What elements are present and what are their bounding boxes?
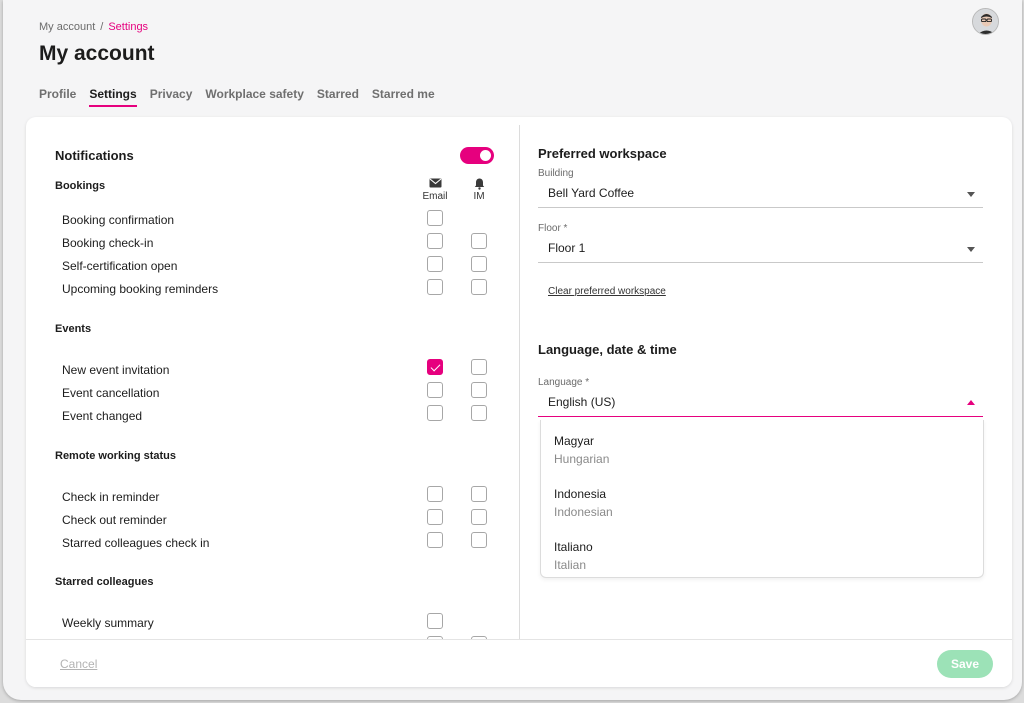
row-weekly-summary: Weekly summary (62, 616, 154, 630)
avatar-image (973, 9, 998, 34)
row-booking-check-in: Booking check-in (62, 236, 154, 250)
envelope-icon (415, 178, 455, 190)
notifications-panel: Notifications Email IM Bookings Booking … (26, 117, 519, 639)
check-in-reminder-email-checkbox[interactable] (427, 486, 443, 502)
chevron-up-icon (967, 400, 975, 405)
breadcrumb-separator: / (100, 21, 104, 33)
new-event-invitation-im-checkbox[interactable] (471, 359, 487, 375)
booking-check-in-email-checkbox[interactable] (427, 233, 443, 249)
notifications-toggle[interactable] (460, 147, 494, 164)
avatar[interactable] (972, 8, 999, 35)
event-changed-email-checkbox[interactable] (427, 405, 443, 421)
language-option-indonesia[interactable]: Indonesia Indonesian (554, 487, 613, 519)
event-cancellation-im-checkbox[interactable] (471, 382, 487, 398)
new-event-invitation-email-checkbox[interactable] (427, 359, 443, 375)
toggle-knob (480, 150, 491, 161)
language-select[interactable]: English (US) (538, 389, 983, 417)
section-starred-colleagues: Starred colleagues (55, 576, 154, 588)
chevron-down-icon (967, 247, 975, 252)
event-changed-im-checkbox[interactable] (471, 405, 487, 421)
row-upcoming-booking-reminders: Upcoming booking reminders (62, 282, 219, 296)
option-name: Indonesia (554, 487, 607, 501)
floor-select[interactable]: Floor 1 (538, 235, 983, 263)
notifications-title: Notifications (55, 148, 134, 163)
language-option-italiano[interactable]: Italiano Italian (554, 540, 593, 572)
tab-starred-me[interactable]: Starred me (372, 87, 435, 107)
breadcrumb: My account / Settings (39, 21, 148, 33)
booking-confirmation-email-checkbox[interactable] (427, 210, 443, 226)
tab-privacy[interactable]: Privacy (150, 87, 193, 107)
bell-icon (459, 178, 499, 190)
starred-check-in-im-checkbox[interactable] (471, 532, 487, 548)
building-select[interactable]: Bell Yard Coffee (538, 180, 983, 208)
building-value: Bell Yard Coffee (548, 186, 635, 200)
upcoming-reminders-email-checkbox[interactable] (427, 279, 443, 295)
preferred-workspace-title: Preferred workspace (538, 146, 667, 161)
section-remote-working-status: Remote working status (55, 450, 177, 462)
row-event-changed: Event changed (62, 409, 143, 423)
self-certification-im-checkbox[interactable] (471, 256, 487, 272)
settings-tabs: Profile Settings Privacy Workplace safet… (39, 87, 448, 107)
weekly-summary-email-checkbox[interactable] (427, 613, 443, 629)
preferences-panel: Preferred workspace Building Bell Yard C… (520, 117, 1012, 639)
option-english-name: Hungarian (554, 452, 610, 466)
building-label: Building (538, 168, 574, 179)
option-name: Italiano (554, 540, 593, 554)
breadcrumb-my-account[interactable]: My account (39, 21, 95, 33)
floor-value: Floor 1 (548, 241, 586, 255)
language-date-time-title: Language, date & time (538, 342, 677, 357)
language-label: Language * (538, 377, 590, 388)
app-window: My account / Settings My account Profile S… (3, 0, 1022, 700)
floor-label: Floor * (538, 223, 568, 234)
row-check-out-reminder: Check out reminder (62, 513, 167, 527)
row-new-event-invitation: New event invitation (62, 363, 170, 377)
self-certification-email-checkbox[interactable] (427, 256, 443, 272)
upcoming-reminders-im-checkbox[interactable] (471, 279, 487, 295)
check-out-reminder-im-checkbox[interactable] (471, 509, 487, 525)
tab-starred[interactable]: Starred (317, 87, 359, 107)
tab-profile[interactable]: Profile (39, 87, 76, 107)
breadcrumb-current: Settings (108, 21, 149, 33)
starred-check-in-email-checkbox[interactable] (427, 532, 443, 548)
tab-workplace-safety[interactable]: Workplace safety (205, 87, 304, 107)
row-starred-colleagues-check-in: Starred colleagues check in (62, 536, 210, 550)
section-bookings: Bookings (55, 180, 106, 192)
language-option-magyar[interactable]: Magyar Hungarian (554, 434, 609, 466)
event-cancellation-email-checkbox[interactable] (427, 382, 443, 398)
check-out-reminder-email-checkbox[interactable] (427, 509, 443, 525)
settings-card: Notifications Email IM Bookings Booking … (26, 117, 1012, 687)
row-booking-confirmation: Booking confirmation (62, 213, 175, 227)
option-name: Magyar (554, 434, 595, 448)
email-column-header: Email (415, 178, 455, 202)
language-value: English (US) (548, 395, 616, 409)
chevron-down-icon (967, 192, 975, 197)
cancel-button[interactable]: Cancel (60, 657, 97, 671)
row-self-certification-open: Self-certification open (62, 259, 178, 273)
section-events: Events (55, 323, 92, 335)
language-dropdown: Magyar Hungarian Indonesia Indonesian It… (540, 420, 984, 578)
im-column-label: IM (473, 191, 485, 202)
save-button[interactable]: Save (937, 650, 993, 678)
email-column-label: Email (422, 191, 448, 202)
check-in-reminder-im-checkbox[interactable] (471, 486, 487, 502)
row-check-in-reminder: Check in reminder (62, 490, 160, 504)
im-column-header: IM (459, 178, 499, 202)
booking-check-in-im-checkbox[interactable] (471, 233, 487, 249)
clear-preferred-workspace-link[interactable]: Clear preferred workspace (548, 286, 666, 297)
row-event-cancellation: Event cancellation (62, 386, 160, 400)
option-english-name: Indonesian (554, 505, 613, 519)
card-footer: Cancel Save (26, 639, 1012, 687)
tab-settings[interactable]: Settings (89, 87, 137, 107)
option-english-name: Italian (554, 558, 587, 572)
page-title: My account (39, 42, 155, 65)
